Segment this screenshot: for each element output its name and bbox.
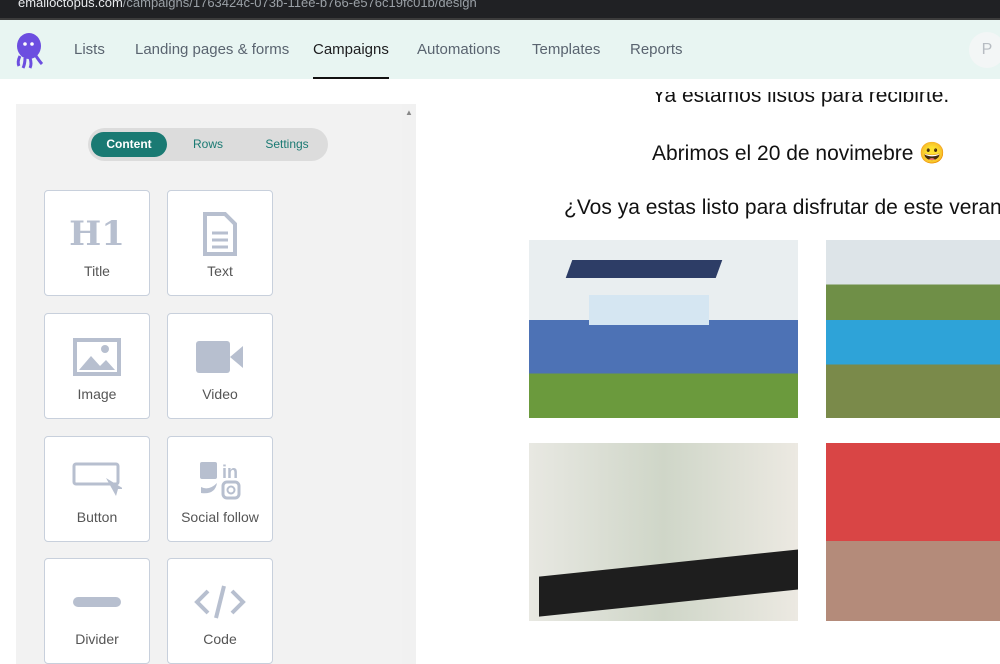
address-bar[interactable]: emailoctopus.com/campaigns/1763424c-073b… [0,0,1000,18]
email-text-line[interactable]: Abrimos el 20 de novimebre 😀 [652,142,945,166]
block-label: Video [202,386,238,402]
block-label: Title [84,263,110,279]
tab-content[interactable]: Content [91,132,167,157]
image-icon [45,334,149,380]
nav-landing-pages[interactable]: Landing pages & forms [135,41,289,58]
button-cursor-icon [45,457,149,503]
block-label: Code [203,631,237,647]
scroll-up-arrow-icon[interactable]: ▲ [405,108,413,117]
email-image-house[interactable] [529,240,798,418]
block-text[interactable]: Text [167,190,273,296]
email-image-pool[interactable] [826,240,1000,418]
email-text-line[interactable]: Ya estamos listos para recibirte. [652,92,949,108]
divider-icon [45,579,149,625]
octopus-logo-icon[interactable] [15,32,45,70]
nav-campaigns[interactable]: Campaigns [313,41,389,79]
panel-scrollbar[interactable]: ▲ [402,104,416,664]
block-title[interactable]: H1 Title [44,190,150,296]
nav-lists[interactable]: Lists [74,41,105,58]
nav-automations[interactable]: Automations [417,41,500,58]
block-divider[interactable]: Divider [44,558,150,664]
email-text-line[interactable]: ¿Vos ya estas listo para disfrutar de es… [564,196,1000,220]
url-path: /campaigns/1763424c-073b-11ee-b766-e576c… [122,0,477,10]
document-icon [168,211,272,257]
block-social-follow[interactable]: in Social follow [167,436,273,542]
block-label: Button [76,509,118,525]
block-label: Text [207,263,233,279]
nav-templates[interactable]: Templates [532,41,600,58]
content-panel: Content Rows Settings H1 Title Text Image… [16,104,402,664]
code-icon [168,579,272,625]
panel-tabs: Content Rows Settings [88,128,328,161]
block-label: Divider [75,631,119,647]
email-image-bedroom[interactable] [826,443,1000,621]
block-label: Image [77,386,117,402]
nav-reports[interactable]: Reports [630,41,683,58]
block-image[interactable]: Image [44,313,150,419]
block-video[interactable]: Video [167,313,273,419]
block-button[interactable]: Button [44,436,150,542]
h1-icon: H1 [69,214,125,254]
avatar[interactable]: P [969,32,1000,68]
tab-rows[interactable]: Rows [170,132,246,157]
social-icon: in [168,457,272,503]
tab-settings[interactable]: Settings [248,132,326,157]
top-nav: Lists Landing pages & forms Campaigns Au… [0,18,1000,79]
url-domain: emailoctopus.com [18,0,123,10]
block-code[interactable]: Code [167,558,273,664]
email-image-breakfast[interactable] [529,443,798,621]
video-icon [168,334,272,380]
block-label: Social follow [181,509,259,525]
svg-text:in: in [222,462,238,482]
